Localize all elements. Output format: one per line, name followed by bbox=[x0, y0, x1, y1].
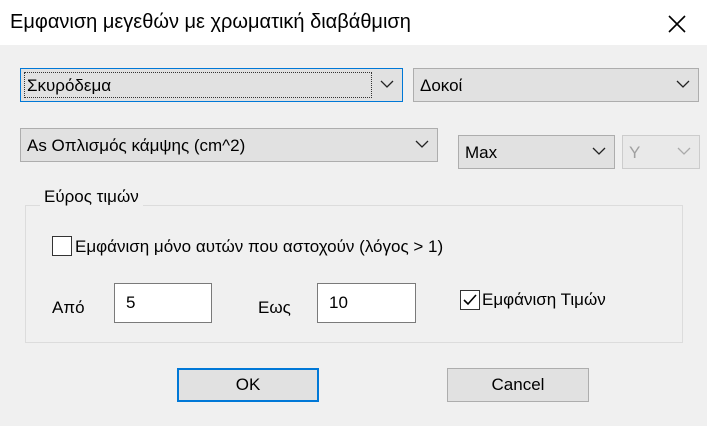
title-bar: Εμφανιση μεγεθών με χρωματική διαβάθμιση bbox=[0, 0, 707, 45]
close-icon[interactable] bbox=[666, 13, 688, 35]
element-type-dropdown[interactable]: Δοκοί bbox=[413, 68, 699, 102]
from-input-value: 5 bbox=[126, 293, 136, 312]
aggregate-dropdown-value: Max bbox=[465, 143, 498, 162]
to-input-value: 10 bbox=[329, 293, 348, 312]
chevron-down-icon bbox=[592, 147, 606, 155]
from-input[interactable]: 5 bbox=[114, 283, 212, 323]
to-input[interactable]: 10 bbox=[317, 283, 416, 323]
only-failing-checkbox[interactable] bbox=[52, 236, 72, 256]
quantity-dropdown[interactable]: As Οπλισμός κάμψης (cm^2) bbox=[20, 128, 438, 162]
axis-dropdown: Y bbox=[622, 135, 700, 169]
from-label: Από bbox=[52, 298, 85, 317]
to-label: Εως bbox=[258, 298, 291, 317]
material-dropdown-value: Σκυρόδεμα bbox=[27, 76, 112, 95]
checkmark-icon bbox=[463, 294, 477, 306]
element-type-dropdown-value: Δοκοί bbox=[420, 76, 463, 95]
cancel-button[interactable]: Cancel bbox=[447, 368, 589, 402]
quantity-dropdown-value: As Οπλισμός κάμψης (cm^2) bbox=[27, 136, 246, 155]
chevron-down-icon bbox=[677, 147, 691, 155]
chevron-down-icon bbox=[380, 80, 394, 88]
window-title: Εμφανιση μεγεθών με χρωματική διαβάθμιση bbox=[10, 11, 411, 33]
chevron-down-icon bbox=[415, 140, 429, 148]
aggregate-dropdown[interactable]: Max bbox=[458, 135, 615, 169]
chevron-down-icon bbox=[676, 80, 690, 88]
show-values-checkbox[interactable] bbox=[460, 290, 480, 310]
show-values-label: Εμφάνιση Τιμών bbox=[482, 290, 606, 309]
only-failing-label: Εμφάνιση μόνο αυτών που αστοχούν (λόγος … bbox=[75, 237, 444, 256]
axis-dropdown-value: Y bbox=[629, 143, 641, 162]
ok-button[interactable]: OK bbox=[177, 368, 319, 402]
material-dropdown[interactable]: Σκυρόδεμα bbox=[20, 68, 403, 102]
range-group-label: Εύρος τιμών bbox=[40, 187, 143, 207]
